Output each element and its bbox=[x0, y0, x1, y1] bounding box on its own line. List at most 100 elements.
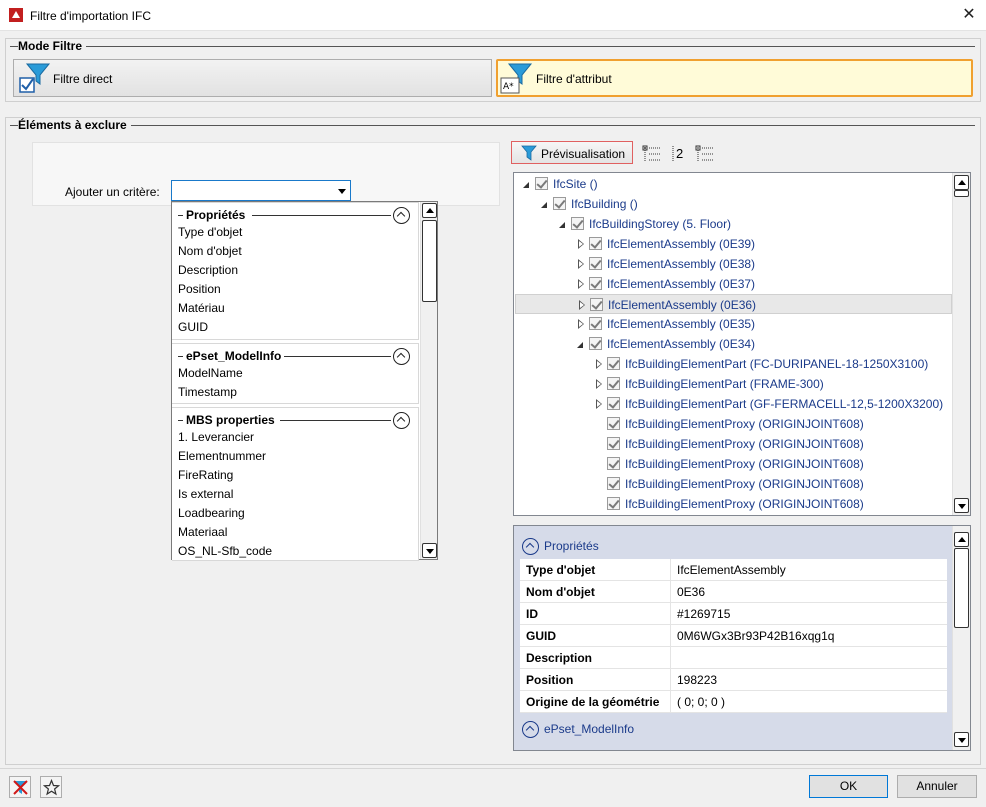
properties-scrollbar[interactable] bbox=[952, 526, 970, 750]
dropdown-scrollbar[interactable] bbox=[420, 202, 437, 559]
cancel-button[interactable]: Annuler bbox=[897, 775, 977, 798]
tree-row[interactable]: IfcBuildingElementProxy (ORIGINJOINT608) bbox=[515, 454, 952, 474]
clear-filter-button[interactable] bbox=[9, 776, 31, 798]
tree-checkbox[interactable] bbox=[553, 197, 566, 210]
tree-collapsed-icon[interactable] bbox=[578, 239, 585, 249]
list-item[interactable]: 1. Leverancier bbox=[178, 428, 254, 447]
scroll-down-button[interactable] bbox=[422, 543, 437, 558]
list-item[interactable]: Loadbearing bbox=[178, 504, 245, 523]
tree-row[interactable]: IfcBuildingElementProxy (ORIGINJOINT608) bbox=[515, 414, 952, 434]
tree-checkbox[interactable] bbox=[607, 417, 620, 430]
tree-row[interactable]: IfcBuildingElementProxy (ORIGINJOINT608) bbox=[515, 434, 952, 454]
collapse-icon[interactable] bbox=[522, 721, 539, 738]
list-item[interactable]: ModelName bbox=[178, 364, 243, 383]
list-item[interactable]: Type d'objet bbox=[178, 223, 242, 242]
tree-row[interactable]: IfcBuildingElementPart (FRAME-300) bbox=[515, 374, 952, 394]
tree-checkbox[interactable] bbox=[589, 237, 602, 250]
property-row[interactable]: Description bbox=[520, 647, 947, 669]
tree-row[interactable]: IfcBuildingStorey (5. Floor) bbox=[515, 214, 952, 234]
property-row[interactable]: Nom d'objet 0E36 bbox=[520, 581, 947, 603]
tree-collapsed-icon[interactable] bbox=[578, 259, 585, 269]
tree-collapsed-icon[interactable] bbox=[596, 399, 603, 409]
list-item[interactable]: Materiaal bbox=[178, 523, 227, 542]
property-row[interactable]: GUID 0M6WGx3Br93P42B16xqg1q bbox=[520, 625, 947, 647]
scroll-thumb[interactable] bbox=[954, 548, 969, 628]
list-item[interactable]: Description bbox=[178, 261, 238, 280]
property-row[interactable]: Type d'objet IfcElementAssembly bbox=[520, 559, 947, 581]
tree-collapsed-icon[interactable] bbox=[579, 300, 586, 310]
criteria-combobox[interactable] bbox=[171, 180, 351, 201]
collapse-icon[interactable] bbox=[393, 412, 410, 429]
tree-row[interactable]: IfcBuilding () bbox=[515, 194, 952, 214]
list-item[interactable]: GUID bbox=[178, 318, 208, 337]
scroll-up-button[interactable] bbox=[954, 532, 969, 547]
criteria-dropdown: Propriétés Type d'objet Nom d'objet Desc… bbox=[171, 201, 438, 561]
tree-checkbox[interactable] bbox=[589, 317, 602, 330]
tree-row[interactable]: IfcBuildingElementProxy (ORIGINJOINT608) bbox=[515, 474, 952, 494]
tree-checkbox[interactable] bbox=[590, 298, 603, 311]
tree-collapsed-icon[interactable] bbox=[578, 279, 585, 289]
tree-row[interactable]: IfcBuildingElementProxy (ORIGINJOINT608) bbox=[515, 494, 952, 514]
collapse-icon[interactable] bbox=[393, 207, 410, 224]
tree-checkbox[interactable] bbox=[607, 397, 620, 410]
tree-row[interactable]: IfcBuildingElementPart (GF-FERMACELL-12,… bbox=[515, 394, 952, 414]
tree-row[interactable]: IfcBuildingElementPart (FC-DURIPANEL-18-… bbox=[515, 354, 952, 374]
expand-all-icon[interactable] bbox=[642, 145, 662, 163]
favorite-button[interactable] bbox=[40, 776, 62, 798]
list-item[interactable]: Timestamp bbox=[178, 383, 237, 402]
tree-row[interactable]: IfcElementAssembly (0E37) bbox=[515, 274, 952, 294]
close-icon[interactable]: ✕ bbox=[956, 3, 982, 27]
tree-row[interactable]: IfcElementAssembly (0E39) bbox=[515, 234, 952, 254]
collapse-icon[interactable] bbox=[393, 348, 410, 365]
list-item[interactable]: OS_NL-Sfb_code bbox=[178, 542, 272, 561]
property-row[interactable]: ID #1269715 bbox=[520, 603, 947, 625]
direct-filter-button[interactable]: Filtre direct bbox=[13, 59, 492, 97]
tree-row[interactable]: IfcElementAssembly (0E35) bbox=[515, 314, 952, 334]
tree-checkbox[interactable] bbox=[535, 177, 548, 190]
tree-row[interactable]: IfcSite () bbox=[515, 174, 952, 194]
tree-checkbox[interactable] bbox=[607, 477, 620, 490]
tree-checkbox[interactable] bbox=[589, 277, 602, 290]
property-category[interactable]: ePset_ModelInfo bbox=[544, 718, 634, 740]
scroll-thumb[interactable] bbox=[422, 220, 437, 302]
property-category[interactable]: Propriétés bbox=[544, 535, 599, 557]
tree-scrollbar[interactable] bbox=[952, 173, 970, 515]
collapse-all-icon[interactable] bbox=[695, 145, 715, 163]
tree-checkbox[interactable] bbox=[607, 457, 620, 470]
list-item[interactable]: Position bbox=[178, 280, 221, 299]
collapse-icon[interactable] bbox=[522, 538, 539, 555]
list-item[interactable]: Nom d'objet bbox=[178, 242, 242, 261]
tree-collapsed-icon[interactable] bbox=[578, 319, 585, 329]
tree-row[interactable]: IfcElementAssembly (0E38) bbox=[515, 254, 952, 274]
property-row[interactable]: Position 198223 bbox=[520, 669, 947, 691]
attribute-filter-button[interactable]: A* Filtre d'attribut bbox=[496, 59, 973, 97]
ok-button[interactable]: OK bbox=[809, 775, 888, 798]
list-item[interactable]: FireRating bbox=[178, 466, 233, 485]
scroll-down-button[interactable] bbox=[954, 498, 969, 513]
tree-checkbox[interactable] bbox=[607, 357, 620, 370]
scroll-up-button[interactable] bbox=[422, 203, 437, 218]
tree-checkbox[interactable] bbox=[589, 257, 602, 270]
property-row[interactable]: Origine de la géométrie ( 0; 0; 0 ) bbox=[520, 691, 947, 713]
level-button[interactable]: 2 bbox=[670, 145, 690, 163]
tree-expanded-icon[interactable] bbox=[559, 222, 565, 228]
tree-collapsed-icon[interactable] bbox=[596, 379, 603, 389]
scroll-thumb[interactable] bbox=[954, 190, 969, 197]
scroll-up-button[interactable] bbox=[954, 175, 969, 190]
tree-expanded-icon[interactable] bbox=[577, 342, 583, 348]
tree-row[interactable]: IfcElementAssembly (0E34) bbox=[515, 334, 952, 354]
tree-checkbox[interactable] bbox=[607, 437, 620, 450]
list-item[interactable]: Matériau bbox=[178, 299, 225, 318]
tree-checkbox[interactable] bbox=[607, 377, 620, 390]
preview-button[interactable]: Prévisualisation bbox=[511, 141, 633, 164]
tree-expanded-icon[interactable] bbox=[541, 202, 547, 208]
tree-checkbox[interactable] bbox=[589, 337, 602, 350]
tree-row[interactable]: IfcElementAssembly (0E36) bbox=[515, 294, 952, 314]
tree-checkbox[interactable] bbox=[571, 217, 584, 230]
tree-expanded-icon[interactable] bbox=[523, 182, 529, 188]
list-item[interactable]: Elementnummer bbox=[178, 447, 266, 466]
list-item[interactable]: Is external bbox=[178, 485, 233, 504]
tree-checkbox[interactable] bbox=[607, 497, 620, 510]
tree-collapsed-icon[interactable] bbox=[596, 359, 603, 369]
scroll-down-button[interactable] bbox=[954, 732, 969, 747]
